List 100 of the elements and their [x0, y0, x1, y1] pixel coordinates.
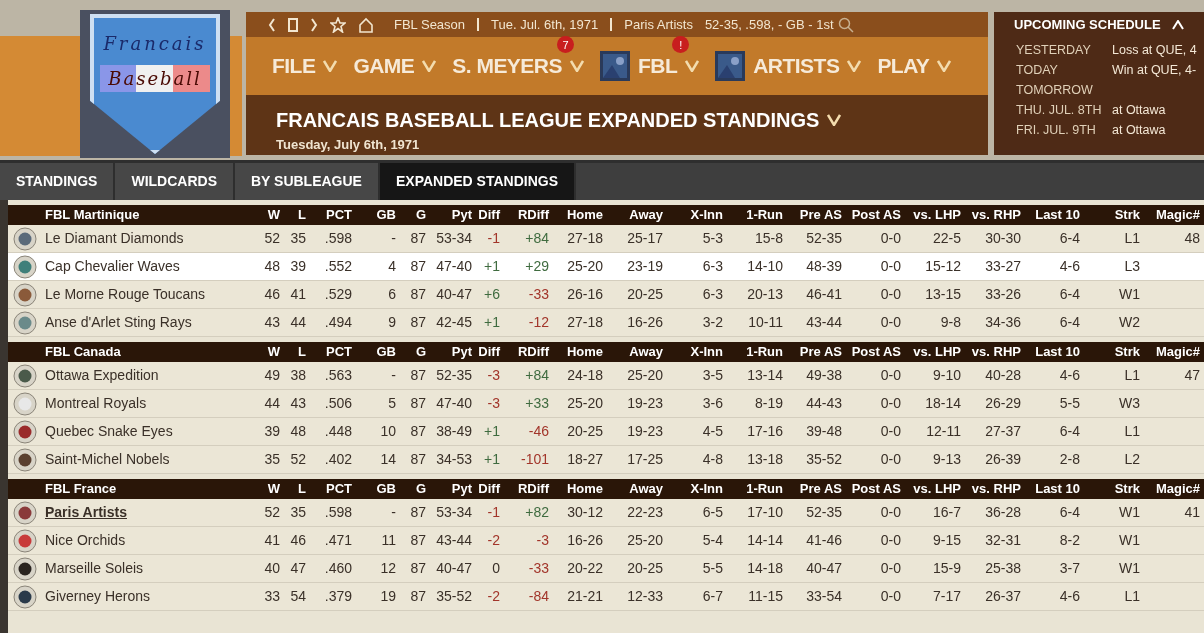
column-header[interactable]: Away — [605, 342, 665, 362]
column-header[interactable]: L — [282, 205, 308, 225]
column-header[interactable]: RDiff — [502, 342, 551, 362]
team-name[interactable]: Cap Chevalier Waves — [42, 256, 255, 277]
standings-row[interactable]: Anse d'Arlet Sting Rays 43 44 .494 9 87 42-45 +1 -12 27-18 16-26 3-2 10-11 43-44 0-0 9-8 34-36 6-4 W2 — [8, 309, 1204, 337]
column-header[interactable]: Magic# — [1142, 205, 1202, 225]
table-cell-text: 4-6 — [1058, 587, 1081, 606]
column-header[interactable]: L — [282, 342, 308, 362]
team-name[interactable]: Saint-Michel Nobels — [42, 449, 255, 470]
column-header[interactable]: 1-Run — [725, 342, 785, 362]
page-icon[interactable] — [288, 17, 298, 32]
column-header[interactable]: RDiff — [502, 479, 551, 499]
team-name[interactable]: Le Morne Rouge Toucans — [42, 284, 255, 305]
column-header[interactable]: Pre AS — [785, 205, 844, 225]
column-header[interactable]: Strk — [1082, 479, 1142, 499]
column-header[interactable]: vs. RHP — [963, 479, 1023, 499]
team-name[interactable]: Ottawa Expedition — [42, 365, 255, 386]
standings-row[interactable]: Quebec Snake Eyes 39 48 .448 10 87 38-49 +1 -46 20-25 19-23 4-5 17-16 39-48 0-0 12-11 27-37 6-4 L1 — [8, 418, 1204, 446]
column-header[interactable]: Diff — [474, 205, 502, 225]
column-header[interactable]: Last 10 — [1023, 342, 1082, 362]
column-header[interactable]: X-Inn — [665, 205, 725, 225]
column-header[interactable]: Last 10 — [1023, 205, 1082, 225]
schedule-result[interactable]: Win at QUE, 4- — [1112, 60, 1197, 80]
column-header[interactable]: Post AS — [844, 205, 903, 225]
column-header[interactable]: Diff — [474, 342, 502, 362]
home-icon[interactable] — [358, 16, 374, 33]
column-header[interactable]: W — [255, 342, 282, 362]
column-header[interactable]: PCT — [308, 342, 354, 362]
column-header[interactable]: Pyt — [428, 479, 474, 499]
column-header[interactable]: G — [398, 205, 428, 225]
column-header[interactable]: Last 10 — [1023, 479, 1082, 499]
schedule-result[interactable]: at Ottawa — [1112, 100, 1166, 120]
tab[interactable]: STANDINGS — [0, 163, 114, 200]
column-header[interactable]: Pre AS — [785, 479, 844, 499]
team-name[interactable]: Nice Orchids — [42, 530, 255, 551]
tab[interactable]: EXPANDED STANDINGS — [379, 163, 574, 200]
column-header[interactable]: Home — [551, 342, 605, 362]
column-header[interactable]: vs. RHP — [963, 342, 1023, 362]
standings-row[interactable]: Cap Chevalier Waves 48 39 .552 4 87 47-40 +1 +29 25-20 23-19 6-3 14-10 48-39 0-0 15-12 33-27 4-6 L3 — [8, 253, 1204, 281]
column-header[interactable]: vs. LHP — [903, 205, 963, 225]
standings-row[interactable]: Le Diamant Diamonds 52 35 .598 - 87 53-34 -1 +84 27-18 25-17 5-3 15-8 52-35 0-0 22-5 30-30 6-4 L1 48 — [8, 225, 1204, 253]
standings-row[interactable]: Nice Orchids 41 46 .471 11 87 43-44 -2 -3 16-26 25-20 5-4 14-14 41-46 0-0 9-15 32-31 8-2 W1 — [8, 527, 1204, 555]
column-header[interactable]: Diff — [474, 479, 502, 499]
column-header[interactable]: 1-Run — [725, 205, 785, 225]
standings-row[interactable]: Ottawa Expedition 49 38 .563 - 87 52-35 -3 +84 24-18 25-20 3-5 13-14 49-38 0-0 9-10 40-28 4-6 L1 47 — [8, 362, 1204, 390]
column-header[interactable]: Home — [551, 205, 605, 225]
column-header[interactable]: Post AS — [844, 342, 903, 362]
column-header[interactable]: Pyt — [428, 342, 474, 362]
column-header[interactable]: L — [282, 479, 308, 499]
column-header[interactable]: G — [398, 342, 428, 362]
table-cell-text: 25-17 — [626, 229, 664, 248]
search-icon[interactable] — [837, 16, 854, 33]
team-name[interactable]: Montreal Royals — [42, 393, 255, 414]
column-header[interactable]: PCT — [308, 479, 354, 499]
standings-row[interactable]: Saint-Michel Nobels 35 52 .402 14 87 34-53 +1 -101 18-27 17-25 4-8 13-18 35-52 0-0 9-13 26-39 2-8 L2 — [8, 446, 1204, 474]
team-name[interactable]: Quebec Snake Eyes — [42, 421, 255, 442]
column-header[interactable]: vs. LHP — [903, 479, 963, 499]
team-name[interactable]: Paris Artists — [42, 502, 255, 523]
caret-up-icon[interactable] — [1172, 19, 1184, 30]
column-header[interactable]: GB — [354, 205, 398, 225]
column-header[interactable]: vs. LHP — [903, 342, 963, 362]
column-header[interactable]: X-Inn — [665, 342, 725, 362]
column-header[interactable]: W — [255, 479, 282, 499]
team-name[interactable]: Marseille Soleis — [42, 558, 255, 579]
column-header[interactable]: Strk — [1082, 342, 1142, 362]
column-header[interactable]: Strk — [1082, 205, 1142, 225]
team-name[interactable]: Giverney Herons — [42, 586, 255, 607]
standings-row[interactable]: Montreal Royals 44 43 .506 5 87 47-40 -3 +33 25-20 19-23 3-6 8-19 44-43 0-0 18-14 26-29 5-5 W3 — [8, 390, 1204, 418]
team-label[interactable]: Paris Artists — [624, 14, 693, 35]
team-name[interactable]: Le Diamant Diamonds — [42, 228, 255, 249]
column-header[interactable]: Home — [551, 479, 605, 499]
standings-row[interactable]: Paris Artists 52 35 .598 - 87 53-34 -1 +82 30-12 22-23 6-5 17-10 52-35 0-0 16-7 36-28 6-4 W1 41 — [8, 499, 1204, 527]
column-header[interactable]: Post AS — [844, 479, 903, 499]
standings-row[interactable]: Giverney Herons 33 54 .379 19 87 35-52 -2 -84 21-21 12-33 6-7 11-15 33-54 0-0 7-17 26-37 4-6 L1 — [8, 583, 1204, 611]
back-icon[interactable] — [268, 17, 276, 32]
column-header[interactable]: 1-Run — [725, 479, 785, 499]
column-header[interactable]: X-Inn — [665, 479, 725, 499]
team-name[interactable]: Anse d'Arlet Sting Rays — [42, 312, 255, 333]
standings-row[interactable]: Marseille Soleis 40 47 .460 12 87 40-47 0 -33 20-22 20-25 5-5 14-18 40-47 0-0 15-9 25-38 3-7 W1 — [8, 555, 1204, 583]
table-cell-text: 12-33 — [626, 587, 664, 606]
column-header[interactable]: RDiff — [502, 205, 551, 225]
schedule-result[interactable]: Loss at QUE, 4 — [1112, 40, 1197, 60]
column-header[interactable]: vs. RHP — [963, 205, 1023, 225]
tab[interactable]: BY SUBLEAGUE — [234, 163, 378, 200]
forward-icon[interactable] — [310, 17, 318, 32]
column-header[interactable]: GB — [354, 342, 398, 362]
column-header[interactable]: Pyt — [428, 205, 474, 225]
column-header[interactable]: G — [398, 479, 428, 499]
star-icon[interactable] — [330, 16, 346, 33]
column-header[interactable]: GB — [354, 479, 398, 499]
column-header[interactable]: Pre AS — [785, 342, 844, 362]
column-header[interactable]: Away — [605, 479, 665, 499]
column-header[interactable]: Away — [605, 205, 665, 225]
column-header[interactable]: Magic# — [1142, 342, 1202, 362]
column-header[interactable]: W — [255, 205, 282, 225]
column-header[interactable]: Magic# — [1142, 479, 1202, 499]
tab[interactable]: WILDCARDS — [115, 163, 233, 200]
column-header[interactable]: PCT — [308, 205, 354, 225]
standings-row[interactable]: Le Morne Rouge Toucans 46 41 .529 6 87 40-47 +6 -33 26-16 20-25 6-3 20-13 46-41 0-0 13-15 33-26 6-4 W1 — [8, 281, 1204, 309]
schedule-result[interactable]: at Ottawa — [1112, 120, 1166, 140]
